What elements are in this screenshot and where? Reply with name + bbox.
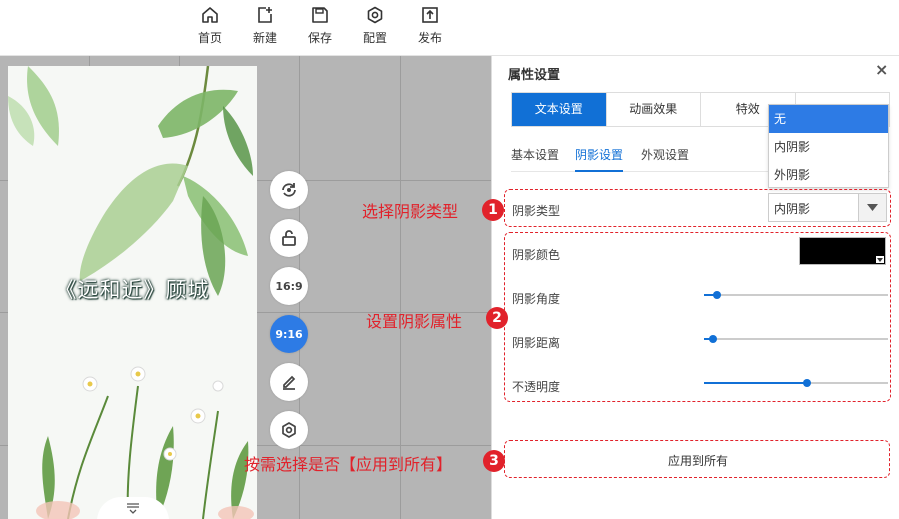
subtab-shadow[interactable]: 阴影设置 xyxy=(575,146,624,172)
publish-label: 发布 xyxy=(417,31,442,45)
poster-title[interactable]: 《远和近》顾城 xyxy=(8,274,257,304)
rotate-button[interactable] xyxy=(270,171,308,209)
subtab-appearance[interactable]: 外观设置 xyxy=(641,146,689,170)
close-icon[interactable]: × xyxy=(875,60,888,79)
poster-preview[interactable]: 《远和近》顾城 xyxy=(8,66,257,519)
save-button[interactable]: 保存 xyxy=(300,6,340,52)
home-button[interactable]: 首页 xyxy=(190,6,230,52)
edit-button[interactable] xyxy=(270,363,308,401)
option-inner-shadow[interactable]: 内阴影 xyxy=(769,133,888,161)
ratio-9-16-label: 9:16 xyxy=(275,327,303,341)
subtab-basic[interactable]: 基本设置 xyxy=(511,146,559,170)
ratio-9-16-button[interactable]: 9:16 xyxy=(270,315,308,353)
new-button[interactable]: 新建 xyxy=(245,6,285,52)
settings-icon xyxy=(367,6,383,24)
step1-highlight-box xyxy=(504,189,891,227)
shadow-type-dropdown: 无 内阴影 外阴影 xyxy=(768,104,889,188)
rotate-icon xyxy=(282,183,296,197)
home-label: 首页 xyxy=(197,31,222,45)
config-button[interactable]: 配置 xyxy=(355,6,395,52)
step2-annotation: 设置阴影属性 xyxy=(366,312,463,331)
save-label: 保存 xyxy=(307,31,332,45)
step1-number-badge: 1 xyxy=(482,199,504,221)
top-toolbar: 首页 新建 保存 配置 发布 xyxy=(0,0,899,56)
option-outer-shadow[interactable]: 外阴影 xyxy=(769,161,888,189)
edit-icon xyxy=(283,375,296,390)
publish-button[interactable]: 发布 xyxy=(410,6,450,52)
save-icon xyxy=(312,7,328,23)
chevron-down-icon xyxy=(127,503,139,514)
settings-button[interactable] xyxy=(270,411,308,449)
step2-number-badge: 2 xyxy=(486,307,508,329)
collapse-handle[interactable] xyxy=(97,497,169,519)
unlock-button[interactable] xyxy=(270,219,308,257)
step3-annotation: 按需选择是否【应用到所有】 xyxy=(244,455,453,474)
step2-highlight-box xyxy=(504,232,891,402)
step3-highlight-box xyxy=(504,440,890,478)
grid-line xyxy=(400,56,401,519)
config-label: 配置 xyxy=(362,31,387,45)
gear-icon xyxy=(282,422,296,438)
step1-annotation: 选择阴影类型 xyxy=(362,202,459,221)
home-icon xyxy=(202,7,218,23)
step3-number-badge: 3 xyxy=(483,450,505,472)
tab-text-settings[interactable]: 文本设置 xyxy=(512,93,607,126)
ratio-16-9-label: 16:9 xyxy=(275,279,303,293)
panel-title: 属性设置 xyxy=(508,68,561,83)
option-none[interactable]: 无 xyxy=(769,105,888,133)
new-label: 新建 xyxy=(252,31,277,45)
unlock-icon xyxy=(282,230,296,246)
tab-animation[interactable]: 动画效果 xyxy=(607,93,701,126)
publish-icon xyxy=(422,7,438,23)
editor-canvas[interactable]: 《远和近》顾城 16:9 9:16 xyxy=(0,56,491,519)
ratio-16-9-button[interactable]: 16:9 xyxy=(270,267,308,305)
new-file-icon xyxy=(258,7,272,23)
